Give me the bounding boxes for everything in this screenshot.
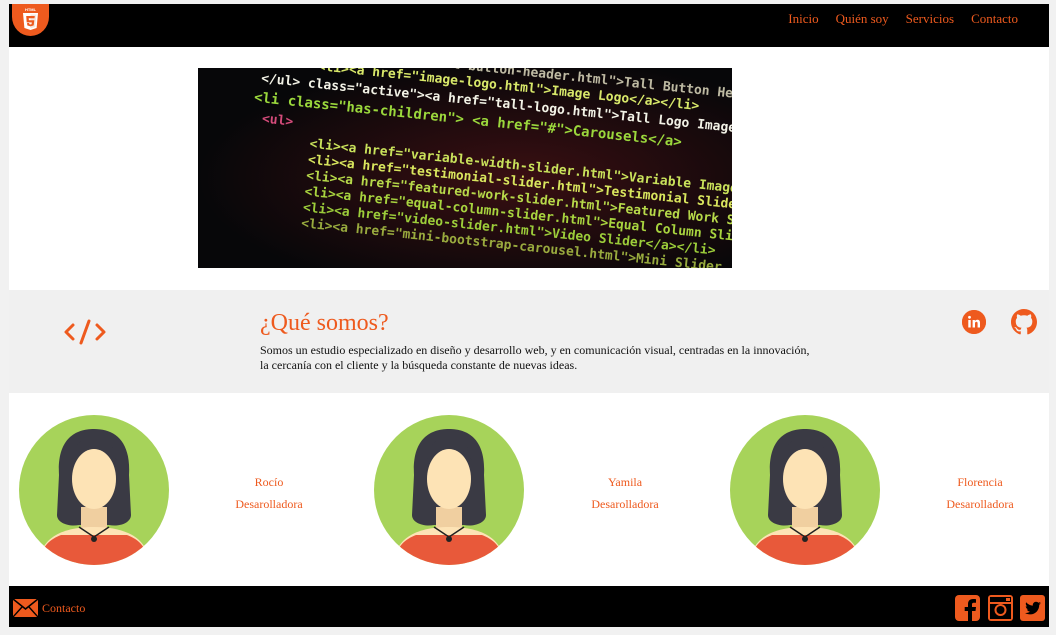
nav-contacto[interactable]: Contacto — [971, 11, 1018, 27]
main-nav: Inicio Quién soy Servicios Contacto — [788, 11, 1018, 27]
footer-contact-link[interactable]: Contacto — [42, 601, 85, 616]
member-avatar — [19, 415, 169, 565]
member-name: Florencia — [957, 475, 1003, 489]
mail-icon[interactable] — [13, 599, 38, 617]
member-role: Desarolladora — [591, 497, 659, 511]
member-avatar — [730, 415, 880, 565]
member-avatar — [374, 415, 524, 565]
about-description: Somos un estudio especializado en diseño… — [260, 343, 810, 372]
instagram-icon[interactable] — [988, 595, 1013, 621]
facebook-icon[interactable] — [955, 595, 980, 621]
nav-quien-soy[interactable]: Quién soy — [836, 11, 889, 27]
twitter-icon[interactable] — [1020, 595, 1045, 621]
logo-text: HTML — [25, 7, 37, 12]
member-name: Yamila — [607, 475, 643, 489]
footer: Contacto — [9, 586, 1049, 627]
about-section: ¿Qué somos? Somos un estudio especializa… — [9, 290, 1049, 393]
member-role: Desarolladora — [235, 497, 303, 511]
linkedin-icon[interactable] — [962, 310, 986, 334]
nav-inicio[interactable]: Inicio — [788, 11, 818, 27]
member-role: Desarolladora — [946, 497, 1014, 511]
code-icon — [64, 319, 106, 345]
member-name: Rocío — [254, 475, 284, 489]
hero-code-image: <a href="tall-button-header.html">Tall B… — [198, 68, 732, 268]
top-navbar: HTML Inicio Quién soy Servicios Contacto — [9, 4, 1049, 47]
nav-servicios[interactable]: Servicios — [906, 11, 954, 27]
html5-logo-icon[interactable]: HTML — [12, 4, 49, 36]
page: HTML Inicio Quién soy Servicios Contacto — [9, 4, 1049, 627]
github-icon[interactable] — [1011, 309, 1037, 335]
about-title: ¿Qué somos? — [260, 310, 389, 336]
